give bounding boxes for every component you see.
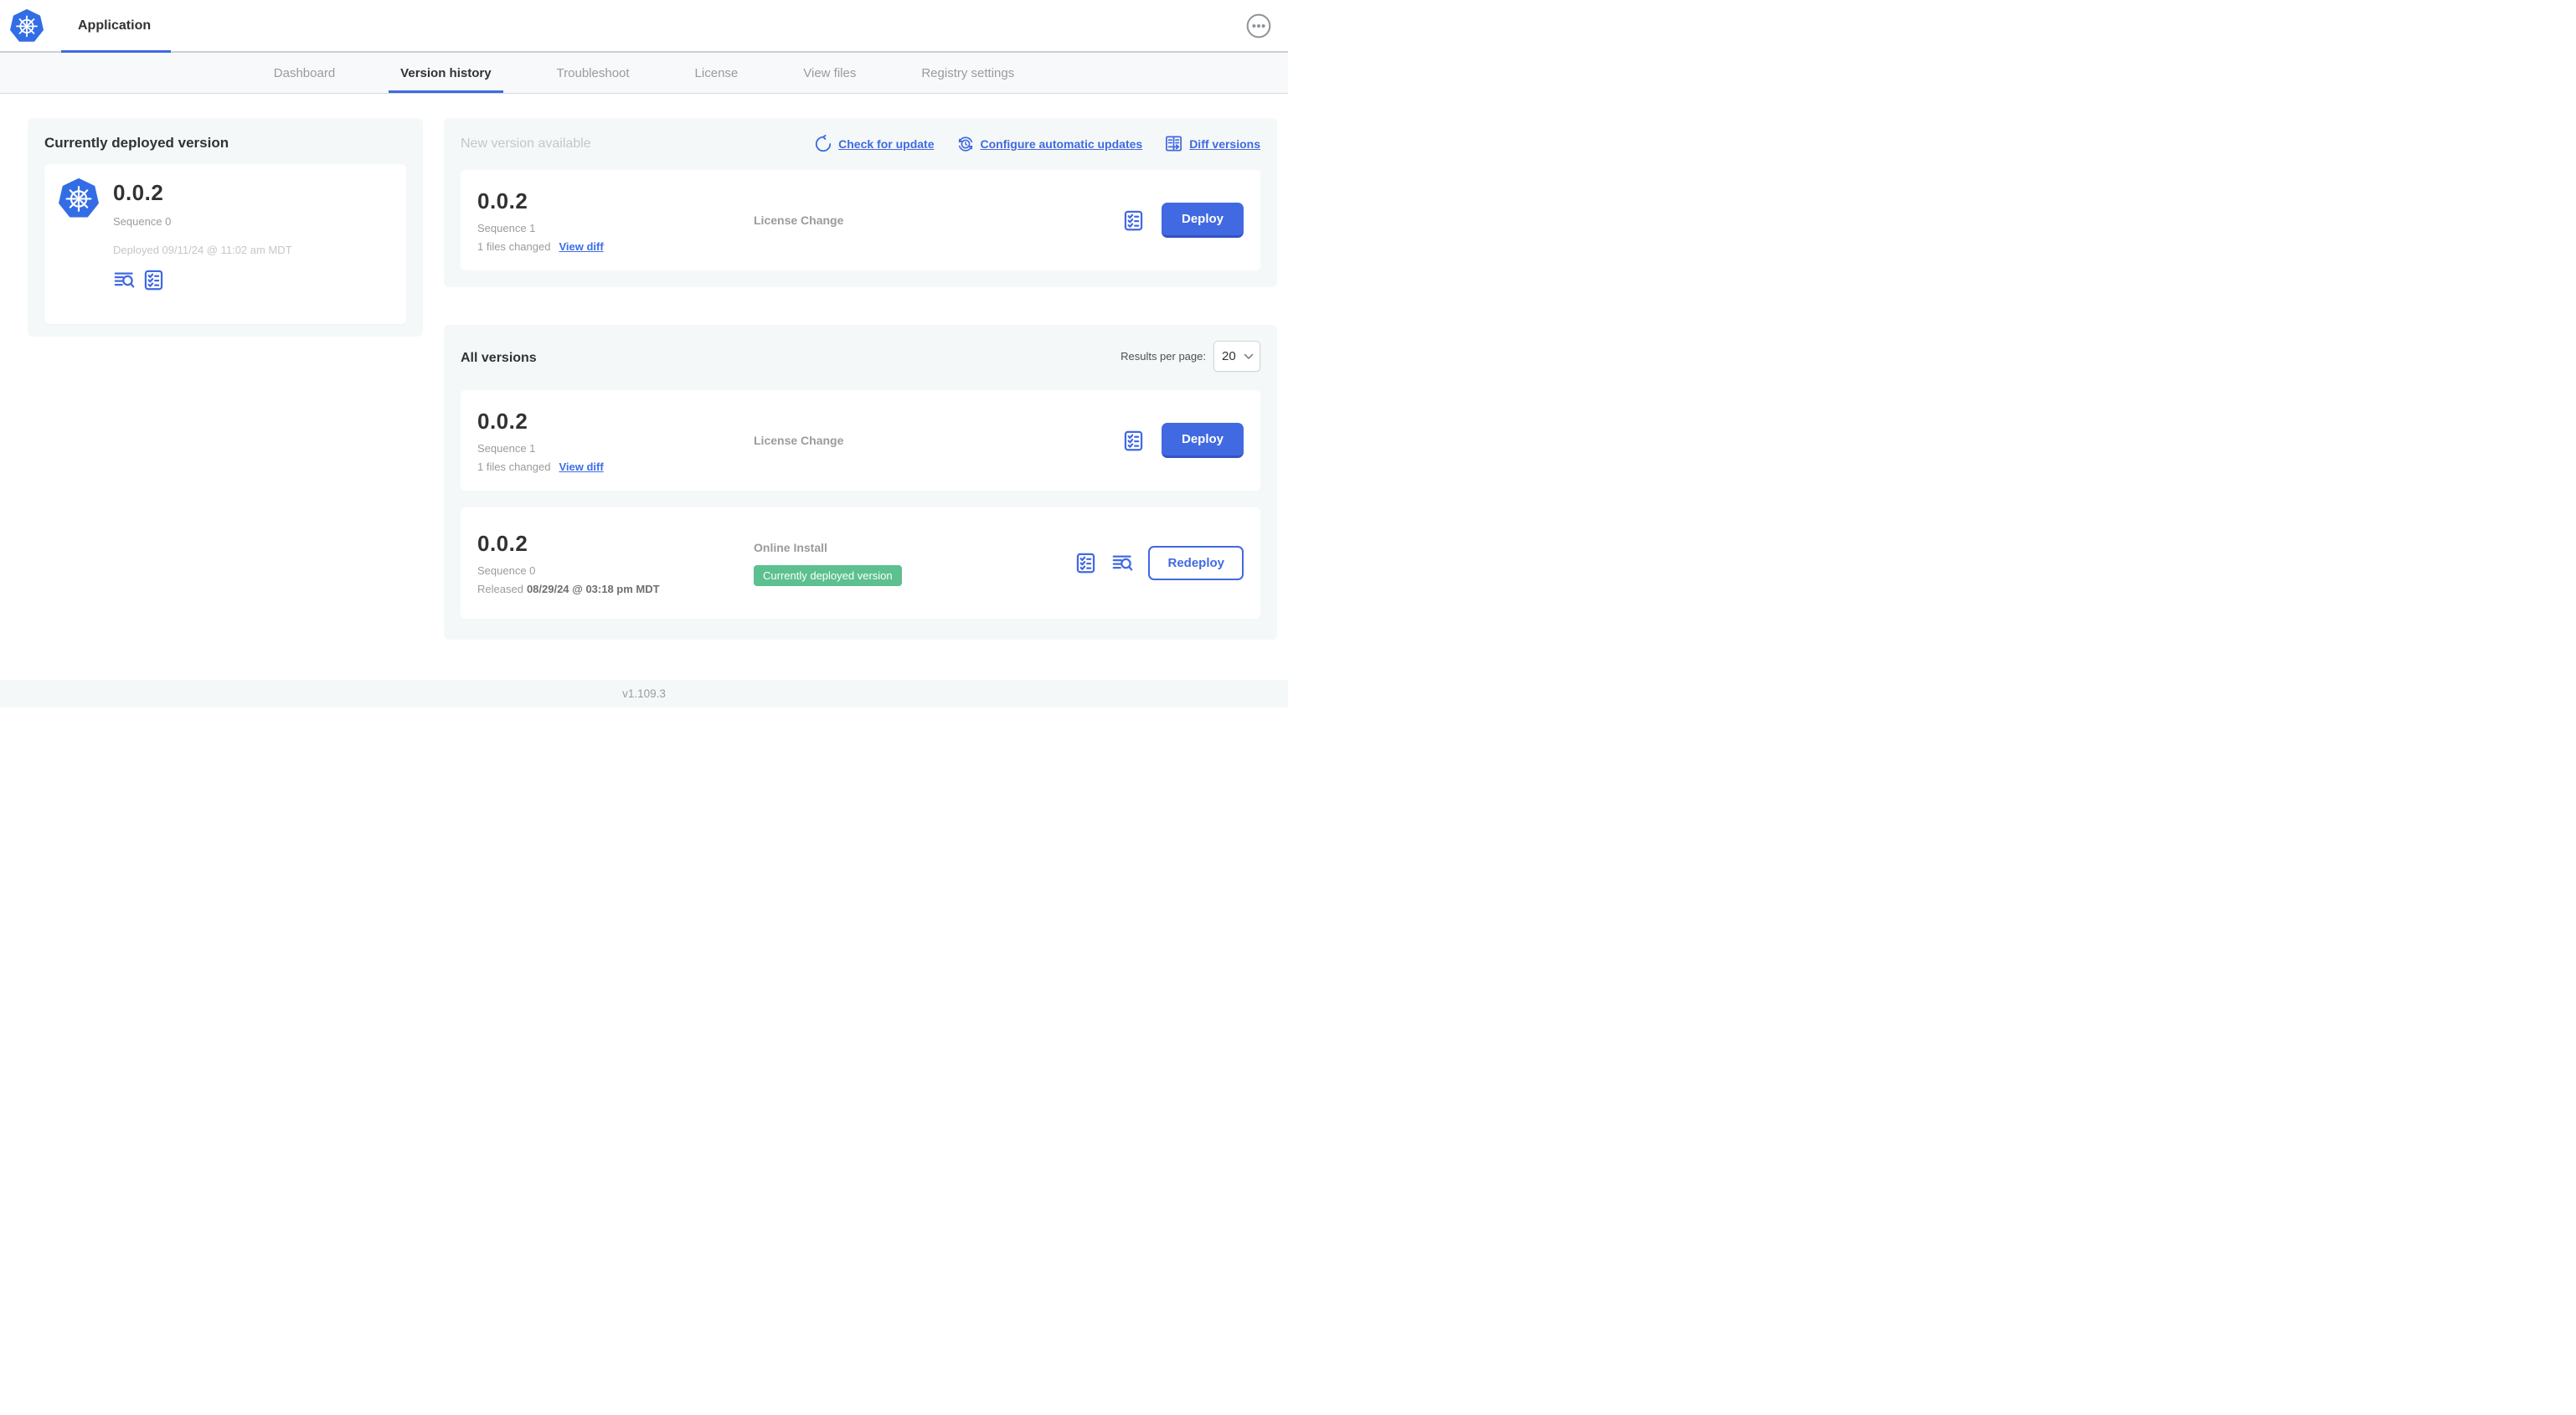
tab-dashboard[interactable]: Dashboard — [274, 53, 335, 93]
app-header: Application — [0, 0, 1288, 53]
version-row: 0.0.2 Sequence 0 Released 08/29/24 @ 03:1… — [461, 507, 1260, 619]
version-number: 0.0.2 — [477, 188, 528, 214]
version-source-label: License Change — [754, 214, 844, 227]
files-changed-text: 1 files changed — [477, 239, 551, 253]
ellipsis-circle-icon — [1246, 13, 1271, 38]
tab-registry-settings[interactable]: Registry settings — [921, 53, 1014, 93]
version-number: 0.0.2 — [477, 408, 528, 434]
deploy-button[interactable]: Deploy — [1161, 203, 1244, 238]
deployed-version-number: 0.0.2 — [113, 180, 164, 205]
tab-version-history[interactable]: Version history — [389, 53, 503, 93]
currently-deployed-title: Currently deployed version — [44, 135, 229, 151]
new-version-panel: New version available Check for update C… — [444, 118, 1277, 287]
tab-troubleshoot[interactable]: Troubleshoot — [557, 53, 630, 93]
tab-license[interactable]: License — [695, 53, 739, 93]
deploy-button[interactable]: Deploy — [1161, 423, 1244, 458]
preflight-checks-icon[interactable] — [142, 269, 165, 291]
tab-view-files[interactable]: View files — [803, 53, 856, 93]
app-footer: v1.109.3 — [0, 680, 1288, 708]
deployed-sequence: Sequence 0 — [113, 215, 172, 228]
chevron-down-icon — [1244, 353, 1254, 359]
files-changed-text: 1 files changed — [477, 460, 551, 473]
auto-update-clock-icon — [958, 136, 972, 152]
console-version: v1.109.3 — [622, 687, 666, 700]
all-versions-panel: All versions Results per page: 20 0.0.2 … — [444, 325, 1277, 640]
preflight-checks-icon[interactable] — [1074, 552, 1097, 574]
all-versions-title: All versions — [461, 350, 537, 365]
diff-icon — [1166, 136, 1182, 152]
view-diff-link[interactable]: View diff — [559, 461, 603, 473]
check-for-update-link[interactable]: Check for update — [814, 134, 935, 153]
preflight-checks-icon[interactable] — [1122, 209, 1145, 232]
version-sequence: Sequence 0 — [477, 564, 536, 577]
new-version-title: New version available — [461, 136, 591, 151]
app-tab-application[interactable]: Application — [78, 0, 151, 51]
diff-versions-link[interactable]: Diff versions — [1164, 134, 1260, 153]
redeploy-button[interactable]: Redeploy — [1148, 546, 1244, 580]
preflight-checks-icon[interactable] — [1122, 430, 1145, 452]
new-version-row: 0.0.2 Sequence 1 1 files changed View di… — [461, 170, 1260, 270]
view-diff-link[interactable]: View diff — [559, 240, 603, 253]
currently-deployed-card: Currently deployed version 0.0.2 Sequenc… — [28, 118, 423, 337]
deploy-logs-icon[interactable] — [113, 269, 136, 291]
version-number: 0.0.2 — [477, 531, 528, 556]
results-per-page-select[interactable]: 20 — [1213, 341, 1260, 372]
version-source-label: License Change — [754, 434, 844, 447]
deployed-timestamp: Deployed 09/11/24 @ 11:02 am MDT — [113, 244, 292, 256]
kubernetes-logo-icon — [10, 8, 44, 42]
results-per-page-label: Results per page: — [1121, 350, 1206, 363]
version-sequence: Sequence 1 — [477, 441, 536, 455]
app-subnav: Dashboard Version history Troubleshoot L… — [0, 53, 1288, 94]
overflow-menu-button[interactable] — [1245, 13, 1272, 39]
refresh-icon — [816, 134, 832, 152]
app-icon — [59, 178, 99, 218]
main-content: Currently deployed version 0.0.2 Sequenc… — [0, 94, 1288, 640]
currently-deployed-version-card: 0.0.2 Sequence 0 Deployed 09/11/24 @ 11:… — [44, 164, 406, 324]
version-row: 0.0.2 Sequence 1 1 files changed View di… — [461, 390, 1260, 491]
version-released-timestamp: Released 08/29/24 @ 03:18 pm MDT — [477, 583, 660, 595]
deploy-logs-icon[interactable] — [1111, 552, 1134, 574]
currently-deployed-badge: Currently deployed version — [754, 564, 902, 586]
app-tab-active-underline — [61, 50, 171, 53]
version-sequence: Sequence 1 — [477, 221, 536, 234]
configure-automatic-updates-link[interactable]: Configure automatic updates — [956, 135, 1142, 153]
version-source-label: Online Install — [754, 540, 827, 554]
